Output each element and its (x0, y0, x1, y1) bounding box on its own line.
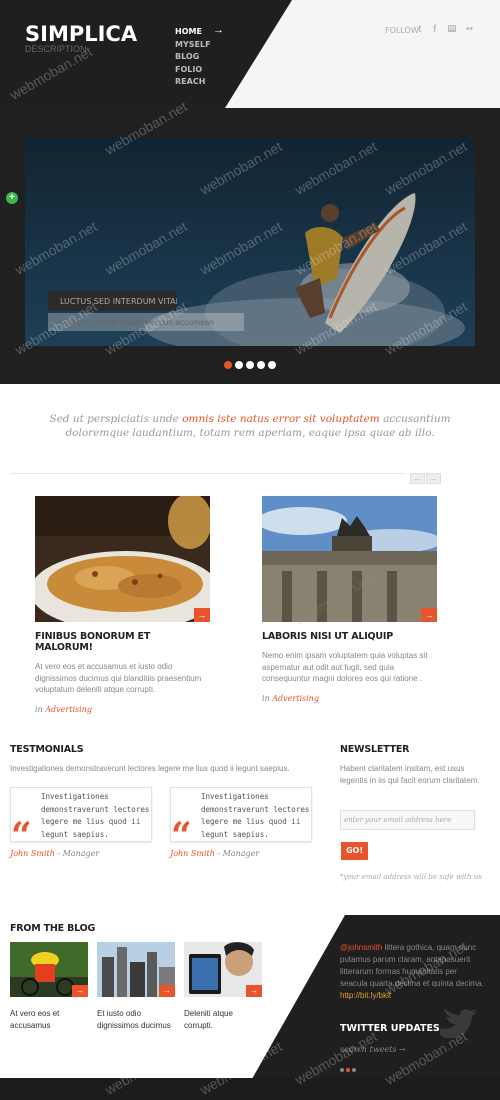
tweet-dot[interactable] (346, 1068, 350, 1072)
testimonials-title: TESTMONIALS (10, 744, 84, 755)
tweet-pagination (340, 1068, 356, 1072)
post-title[interactable]: FINIBUS BONORUM ET MALORUM! (35, 631, 210, 653)
slide-caption-text: Fusce eu nisl at ipsum tempus accumsan (48, 313, 244, 331)
tweet-link[interactable]: http://bit.ly/bklt (340, 991, 391, 1000)
blog-thumbnail[interactable]: → (184, 942, 262, 997)
follow-label: FOLLOW (385, 26, 419, 35)
blog-thumbnail[interactable]: → (97, 942, 175, 997)
quote-text-before: Sed ut perspiciatis unde (49, 413, 183, 425)
newsletter-note: *your email address will be safe with us (340, 873, 482, 881)
carousel-next-button[interactable]: → (426, 473, 441, 484)
nav-item-reach[interactable]: REACH (175, 76, 211, 89)
slider-dot[interactable] (224, 361, 232, 369)
blog-caption[interactable]: Deleniti atque corrupti. (184, 1008, 262, 1032)
post-thumbnail[interactable]: → (35, 496, 210, 622)
blog-item: → Et iusto odio dignissimos ducimus (97, 942, 175, 1032)
blog-item: → At vero eos et accusamus (10, 942, 88, 1032)
category-link[interactable]: Advertising (272, 694, 319, 703)
slider-dot[interactable] (268, 361, 276, 369)
twitter-bird-icon (440, 1008, 477, 1039)
newsletter-text: Habent claritatem insitam, est usus lege… (340, 764, 480, 785)
site-logo[interactable]: SIMPLICA (25, 22, 137, 46)
slider-dot[interactable] (235, 361, 243, 369)
blog-item: → Deleniti atque corrupti. (184, 942, 262, 1032)
post-excerpt: At vero eos et accusamus et iusto odio d… (35, 662, 202, 694)
newsletter-email-input[interactable]: enter your email address here (340, 810, 475, 830)
author-role: - Manager (54, 849, 100, 858)
quote-icon: “ (171, 815, 192, 857)
section-divider (10, 473, 405, 474)
carousel-nav: ← → (410, 473, 441, 484)
newsletter-go-button[interactable]: GO! (341, 842, 368, 860)
tweet-user[interactable]: @johnsmith (340, 943, 382, 952)
carousel-prev-button[interactable]: ← (410, 473, 425, 484)
flickr-icon[interactable]: •• (466, 24, 473, 35)
testimonial-text: Investigationes demonstraverunt lectores… (201, 792, 310, 839)
post-category: in Advertising (35, 705, 210, 714)
post-category: in Advertising (262, 694, 437, 703)
header-dark-band (0, 0, 292, 108)
slider-dot[interactable] (246, 361, 254, 369)
quote-icon: “ (11, 815, 32, 857)
blog-caption[interactable]: Et iusto odio dignissimos ducimus (97, 1008, 175, 1032)
blog-thumbnail[interactable]: → (10, 942, 88, 997)
post-thumbnail[interactable]: → (262, 496, 437, 622)
testimonial: Investigationes demonstraverunt lectores… (170, 787, 312, 858)
tweet-dot[interactable] (352, 1068, 356, 1072)
post-image-food (35, 496, 210, 622)
tweet-dot[interactable] (340, 1068, 344, 1072)
newsletter-title: NEWSLETTER (340, 744, 410, 755)
site-description: DESCRIPTION (25, 44, 87, 54)
quote-highlight: omnis iste natus error sit voluptatem (182, 413, 380, 425)
slider-dot[interactable] (257, 361, 265, 369)
slider-overlay (0, 108, 500, 384)
main-nav: HOME MYSELF BLOG FOLIO REACH (175, 26, 211, 89)
testimonial-bubble: Investigationes demonstraverunt lectores… (10, 787, 152, 854)
header: SIMPLICA DESCRIPTION HOME MYSELF BLOG FO… (0, 0, 500, 108)
nav-item-folio[interactable]: FOLIO (175, 64, 211, 77)
latest-tweet: @johnsmith littera gothica, quam nunc pu… (340, 942, 485, 1002)
slide-caption-title: LUCTUS SED INTERDUM VITAE (48, 291, 177, 311)
footer-bottom-strip (0, 1078, 500, 1100)
post-excerpt: Nemo enim ipsam voluptatem quia voluptas… (262, 651, 428, 683)
nav-item-home[interactable]: HOME (175, 26, 211, 39)
post-title[interactable]: LABORIS NISI UT ALIQUIP (262, 631, 437, 642)
blog-arrow-button[interactable]: → (246, 985, 262, 997)
post-image-gate (262, 496, 437, 622)
nav-arrow-icon: → (213, 24, 224, 36)
category-link[interactable]: Advertising (45, 705, 92, 714)
testimonial: Investigationes demonstraverunt lectores… (10, 787, 152, 858)
twitter-icon[interactable]: t (418, 24, 421, 35)
slider-pagination (224, 361, 276, 369)
facebook-icon[interactable]: f (433, 24, 436, 35)
twitter-title: TWITTER UPDATES (340, 1023, 440, 1034)
testimonials-intro: Investigationes demonstraverunt lectores… (10, 764, 290, 773)
plus-icon[interactable]: + (6, 192, 18, 204)
post-card: → LABORIS NISI UT ALIQUIP Nemo enim ipsa… (262, 496, 437, 703)
post-card: → FINIBUS BONORUM ET MALORUM! At vero eo… (35, 496, 210, 714)
post-arrow-button[interactable]: → (421, 608, 437, 622)
testimonial-bubble: Investigationes demonstraverunt lectores… (170, 787, 312, 854)
category-prefix: in (35, 704, 46, 714)
intro-quote: Sed ut perspiciatis unde omnis iste natu… (40, 412, 460, 440)
nav-item-myself[interactable]: MYSELF (175, 39, 211, 52)
testimonial-text: Investigationes demonstraverunt lectores… (41, 792, 150, 839)
search-tweets-link[interactable]: search tweets → (340, 1045, 406, 1054)
nav-item-blog[interactable]: BLOG (175, 51, 211, 64)
linkedin-icon[interactable]: in (448, 25, 457, 32)
blog-arrow-button[interactable]: → (72, 985, 88, 997)
blog-caption[interactable]: At vero eos et accusamus (10, 1008, 88, 1032)
post-arrow-button[interactable]: → (194, 608, 210, 622)
hero-slider[interactable]: LUCTUS SED INTERDUM VITAE Fusce eu nisl … (0, 108, 500, 384)
category-prefix: in (262, 693, 273, 703)
blog-arrow-button[interactable]: → (159, 985, 175, 997)
author-role: - Manager (214, 849, 260, 858)
blog-title: FROM THE BLOG (10, 923, 96, 934)
